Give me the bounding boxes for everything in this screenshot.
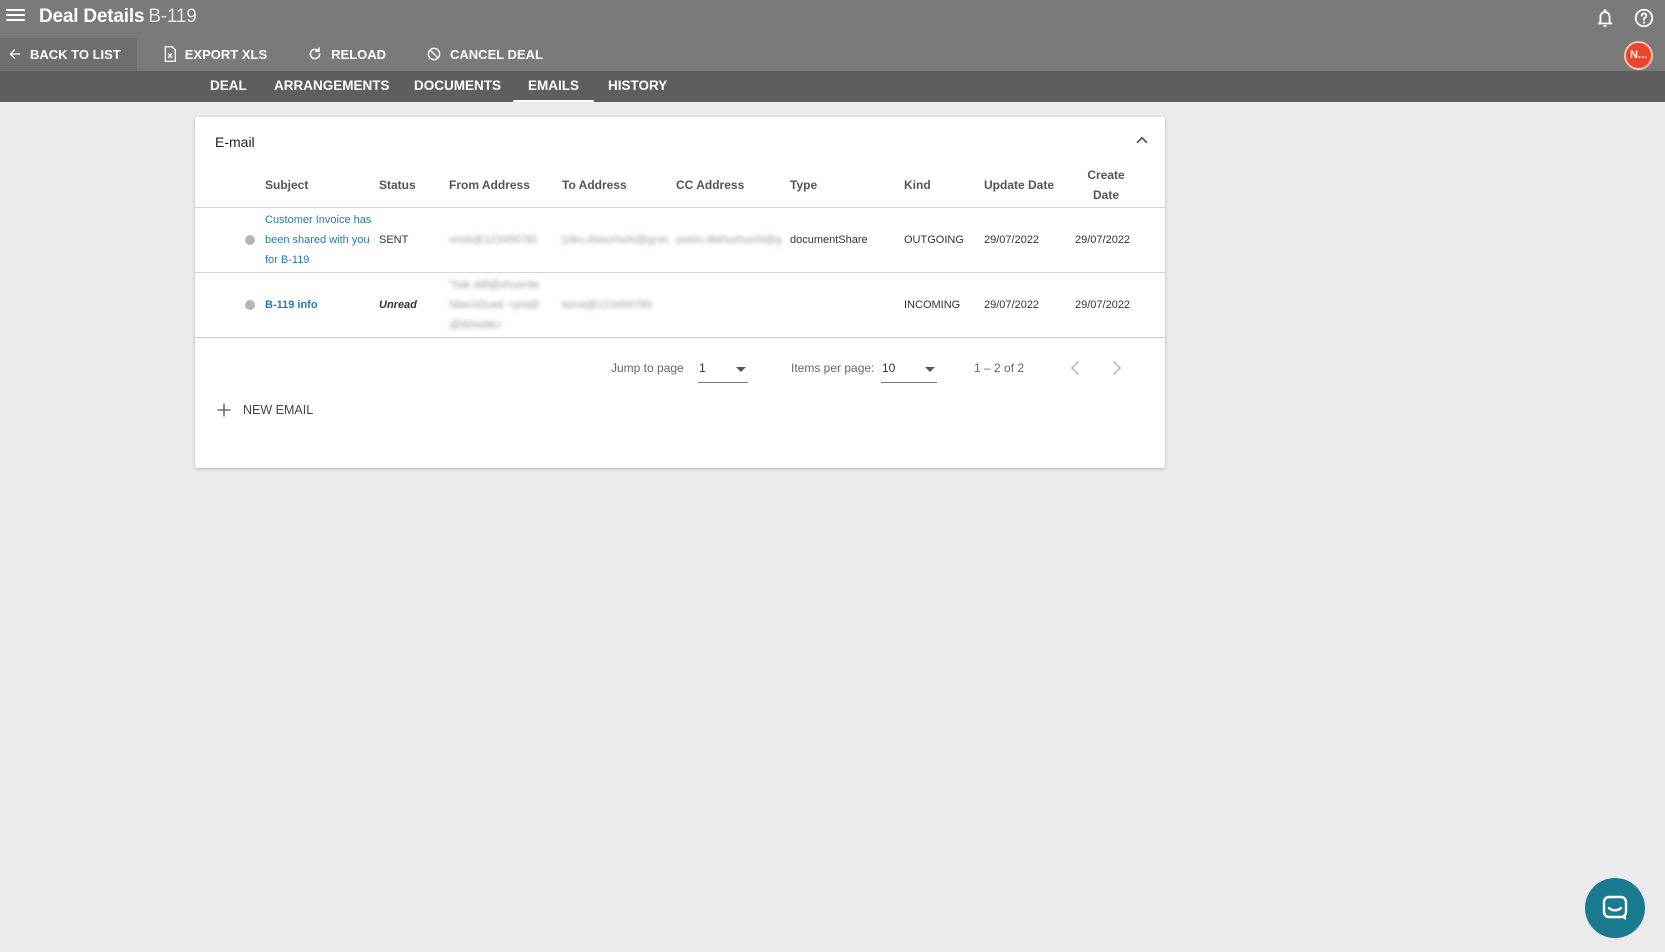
tab-history[interactable]: HISTORY — [593, 71, 682, 102]
column-header-update-date[interactable]: Update Date — [984, 165, 1074, 205]
help-icon[interactable] — [1633, 7, 1655, 29]
update-date-cell: 29/07/2022 — [984, 299, 1040, 311]
cc-cell: prelm.dbthurhuchi@grvn — [676, 208, 782, 272]
from-address: vriok@123456789 — [449, 234, 537, 246]
email-card: E-mail Subject Status From Address To Ad… — [195, 117, 1165, 468]
create-date-cell: 29/07/2022 — [1075, 234, 1131, 246]
chat-launcher-button[interactable] — [1585, 878, 1645, 938]
column-header-from[interactable]: From Address — [449, 165, 559, 205]
next-page-icon[interactable] — [1104, 356, 1128, 380]
reload-button[interactable]: RELOAD — [299, 38, 400, 70]
export-xls-button[interactable]: EXPORT XLS — [155, 38, 281, 70]
cc-address: prelm.dbthurhuchi@grvn — [676, 234, 782, 246]
back-to-list-label: BACK TO LIST — [30, 46, 121, 62]
column-header-to[interactable]: To Address — [562, 165, 672, 205]
page-range-label: 1 – 2 of 2 — [974, 361, 1025, 375]
update-date-cell: 29/07/2022 — [984, 234, 1040, 246]
column-header-subject[interactable]: Subject — [265, 165, 375, 205]
status-cell: Unread — [379, 299, 417, 311]
page-title-text: Deal Details — [39, 6, 145, 27]
card-title: E-mail — [215, 134, 255, 150]
jump-to-page-label: Jump to page — [611, 361, 684, 375]
to-cell: tenvt@123456789 — [562, 273, 668, 337]
tab-arrangements[interactable]: ARRANGEMENTS — [259, 71, 405, 102]
kind-cell: OUTGOING — [904, 234, 964, 246]
reload-label: RELOAD — [331, 46, 387, 62]
tab-deal[interactable]: DEAL — [195, 71, 262, 102]
new-email-label: NEW EMAIL — [243, 403, 314, 417]
items-per-page-value: 10 — [882, 361, 896, 375]
page-title: Deal Details B-119 — [39, 6, 197, 28]
email-subject-link[interactable]: B-119 info — [265, 295, 318, 315]
tab-documents[interactable]: DOCUMENTS — [399, 71, 516, 102]
read-status-dot — [245, 300, 255, 310]
status-cell: SENT — [379, 234, 409, 246]
xls-file-icon — [164, 46, 176, 62]
export-xls-label: EXPORT XLS — [184, 46, 268, 62]
create-date-cell: 29/07/2022 — [1075, 299, 1131, 311]
divider — [195, 337, 1165, 338]
table-row[interactable]: B-119 info Unread "hak ddl@zhuerde Nbeck… — [195, 273, 1165, 337]
back-to-list-button[interactable]: BACK TO LIST — [0, 38, 137, 70]
jump-to-page-value: 1 — [699, 361, 706, 375]
items-per-page-label: Items per page: — [791, 361, 875, 375]
email-subject-link[interactable]: Customer Invoice has been shared with yo… — [265, 210, 373, 270]
type-cell — [790, 273, 900, 337]
to-address: [vlku.dsburhuhi@grvn] — [562, 234, 668, 246]
column-header-cc[interactable]: CC Address — [676, 165, 786, 205]
tab-bar: DEAL ARRANGEMENTS DOCUMENTS EMAILS HISTO… — [0, 71, 1665, 102]
toolbar: BACK TO LIST EXPORT XLS RELOAD CANCEL DE… — [0, 38, 557, 70]
hamburger-menu-icon[interactable] — [6, 6, 28, 28]
to-cell: [vlku.dsburhuhi@grvn] — [562, 208, 668, 272]
arrow-left-icon — [9, 49, 21, 59]
from-cell: "hak ddl@zhuerde Nbeck5ueb <prddl@tbheid… — [449, 273, 541, 337]
tab-emails[interactable]: EMAILS — [513, 71, 595, 102]
block-icon — [427, 47, 441, 61]
column-header-type[interactable]: Type — [790, 165, 890, 205]
bell-icon[interactable] — [1594, 7, 1616, 29]
table-row[interactable]: Customer Invoice has been shared with yo… — [195, 208, 1165, 272]
kind-cell: INCOMING — [904, 299, 961, 311]
cc-cell — [676, 273, 782, 337]
read-status-dot — [245, 235, 255, 245]
type-cell: documentShare — [790, 234, 868, 246]
subject-cell: B-119 info — [265, 273, 373, 337]
reload-icon — [309, 47, 321, 60]
deal-id: B-119 — [148, 6, 197, 27]
user-avatar[interactable]: N... — [1624, 41, 1653, 70]
plus-icon — [217, 403, 231, 417]
to-address: tenvt@123456789 — [562, 299, 653, 311]
chevron-up-icon[interactable] — [1133, 131, 1151, 149]
jump-to-page-select[interactable]: 1 — [698, 357, 748, 383]
column-header-status[interactable]: Status — [379, 165, 439, 205]
dropdown-arrow-icon — [736, 367, 746, 372]
items-per-page-select[interactable]: 10 — [881, 357, 937, 383]
from-address: "hak ddl@zhuerde Nbeck5ueb <prddl@tbheid… — [449, 279, 540, 331]
column-header-kind[interactable]: Kind — [904, 165, 974, 205]
previous-page-icon[interactable] — [1064, 356, 1088, 380]
from-cell: vriok@123456789 — [449, 208, 537, 272]
chat-icon — [1602, 895, 1628, 920]
subject-cell: Customer Invoice has been shared with yo… — [265, 208, 373, 272]
dropdown-arrow-icon — [925, 367, 935, 372]
new-email-button[interactable]: NEW EMAIL — [215, 398, 313, 422]
column-header-create-date[interactable]: Create Date — [1075, 165, 1137, 205]
cancel-deal-label: CANCEL DEAL — [450, 46, 543, 62]
cancel-deal-button[interactable]: CANCEL DEAL — [418, 38, 557, 70]
